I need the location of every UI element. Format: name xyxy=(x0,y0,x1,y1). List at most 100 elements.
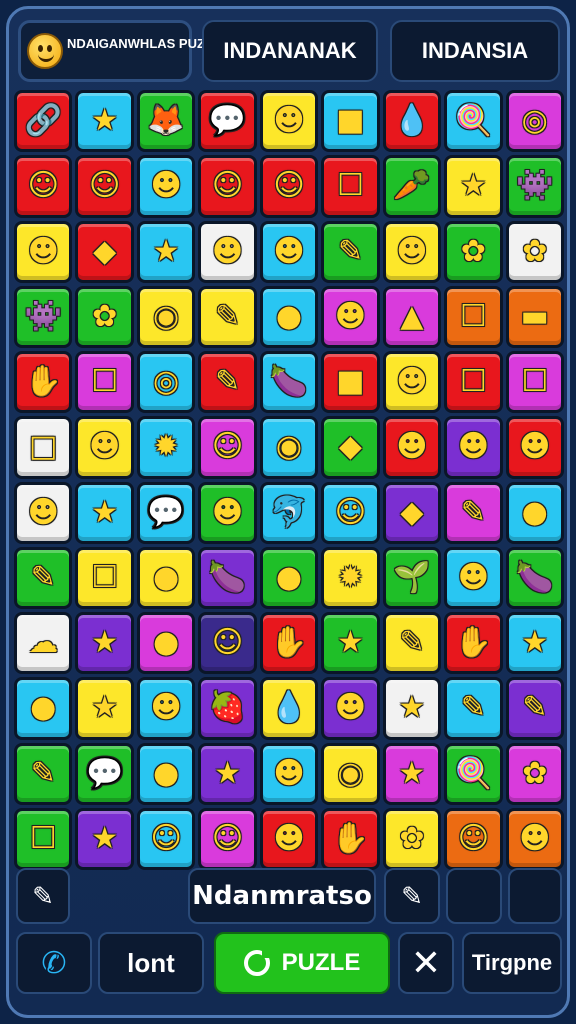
game-tile[interactable]: ☺ xyxy=(259,155,319,218)
game-tile[interactable]: ★ xyxy=(75,612,134,675)
game-tile[interactable]: ☐ xyxy=(444,351,503,414)
game-tile[interactable]: 🍭 xyxy=(444,90,503,153)
game-tile[interactable]: ■ xyxy=(321,90,380,153)
game-tile[interactable]: ● xyxy=(136,612,196,675)
trigger-button[interactable]: Tirgpne xyxy=(462,932,562,994)
game-tile[interactable]: ✋ xyxy=(444,612,503,675)
game-tile[interactable]: 💬 xyxy=(136,481,196,544)
game-tile[interactable]: ☻ xyxy=(259,807,319,870)
game-tile[interactable]: ● xyxy=(136,742,196,805)
game-tile[interactable]: ★ xyxy=(136,220,196,283)
game-tile[interactable]: ☻ xyxy=(136,677,196,740)
game-tile[interactable]: ✎ xyxy=(14,742,73,805)
game-tile[interactable]: ☻ xyxy=(321,677,380,740)
game-tile[interactable]: ☺ xyxy=(198,807,257,870)
game-tile[interactable]: ☻ xyxy=(136,155,196,218)
game-tile[interactable]: 🌱 xyxy=(382,546,442,609)
game-tile[interactable]: ★ xyxy=(505,612,564,675)
game-tile[interactable]: ★ xyxy=(382,742,442,805)
game-tile[interactable]: ▲ xyxy=(382,285,442,348)
game-tile[interactable]: 👾 xyxy=(14,285,73,348)
game-tile[interactable]: 💧 xyxy=(259,677,319,740)
game-tile[interactable]: ✿ xyxy=(505,742,564,805)
game-tile[interactable]: ◆ xyxy=(321,416,380,479)
game-tile[interactable]: ◎ xyxy=(136,351,196,414)
game-tile[interactable]: ▬ xyxy=(505,285,564,348)
game-tile[interactable]: ☻ xyxy=(444,546,503,609)
tab-right[interactable]: INDANSIA xyxy=(390,20,560,82)
game-tile[interactable]: ☐ xyxy=(444,285,503,348)
game-tile[interactable]: ✎ xyxy=(321,220,380,283)
game-tile[interactable]: ● xyxy=(136,546,196,609)
game-tile[interactable]: ★ xyxy=(75,807,134,870)
game-tile[interactable]: ✿ xyxy=(505,220,564,283)
game-tile[interactable]: 🍭 xyxy=(444,742,503,805)
game-tile[interactable]: 💬 xyxy=(198,90,257,153)
game-tile[interactable]: 🔗 xyxy=(14,90,73,153)
game-tile[interactable]: ☻ xyxy=(75,416,134,479)
game-tile[interactable]: ● xyxy=(14,677,73,740)
game-tile[interactable]: ◉ xyxy=(321,742,380,805)
paint-tool-button[interactable]: ✎ xyxy=(384,868,440,924)
game-tile[interactable]: ✋ xyxy=(321,807,380,870)
game-tile[interactable]: ◆ xyxy=(382,481,442,544)
game-logo[interactable]: NDAIGANWHLAS PUZZNEKA xyxy=(18,20,250,82)
game-tile[interactable]: ✿ xyxy=(444,220,503,283)
center-label-button[interactable]: Ndanmratso xyxy=(188,868,376,924)
game-tile[interactable]: ✎ xyxy=(14,546,73,609)
game-tile[interactable]: ☻ xyxy=(14,481,73,544)
game-tile[interactable]: 🍆 xyxy=(505,546,564,609)
empty-slot-1[interactable] xyxy=(446,868,502,924)
game-tile[interactable]: ● xyxy=(259,285,319,348)
game-tile[interactable]: ☁ xyxy=(14,612,73,675)
game-tile[interactable]: ★ xyxy=(75,481,134,544)
game-tile[interactable]: ✎ xyxy=(198,285,257,348)
game-tile[interactable]: ★ xyxy=(75,677,134,740)
game-tile[interactable]: ☐ xyxy=(75,351,134,414)
game-tile[interactable]: ☻ xyxy=(259,742,319,805)
game-tile[interactable]: 🍓 xyxy=(198,677,257,740)
game-tile[interactable]: ☺ xyxy=(198,155,257,218)
close-button[interactable]: ✕ xyxy=(398,932,454,994)
game-tile[interactable]: ★ xyxy=(198,742,257,805)
empty-slot-2[interactable] xyxy=(508,868,562,924)
game-tile[interactable]: ◉ xyxy=(136,285,196,348)
game-tile[interactable]: ☐ xyxy=(14,807,73,870)
call-button[interactable]: ✆ xyxy=(16,932,92,994)
game-tile[interactable]: ☻ xyxy=(259,220,319,283)
game-tile[interactable]: ✹ xyxy=(321,546,380,609)
game-tile[interactable]: ■ xyxy=(321,351,380,414)
game-tile[interactable]: ☻ xyxy=(505,807,564,870)
game-tile[interactable]: ☺ xyxy=(14,155,73,218)
game-tile[interactable]: 💬 xyxy=(75,742,134,805)
game-tile[interactable]: ☻ xyxy=(198,220,257,283)
tab-left[interactable]: INDANANAK xyxy=(202,20,378,82)
game-tile[interactable]: □ xyxy=(14,416,73,479)
game-tile[interactable]: ☻ xyxy=(14,220,73,283)
game-tile[interactable]: ✎ xyxy=(444,677,503,740)
game-tile[interactable]: 🍆 xyxy=(198,546,257,609)
game-tile[interactable]: ☻ xyxy=(505,416,564,479)
game-tile[interactable]: ✎ xyxy=(198,351,257,414)
game-tile[interactable]: ● xyxy=(505,481,564,544)
game-tile[interactable]: ★ xyxy=(321,612,380,675)
game-tile[interactable]: ☺ xyxy=(198,416,257,479)
edit-tool-button[interactable]: ✎ xyxy=(16,868,70,924)
game-tile[interactable]: ☐ xyxy=(75,546,134,609)
game-tile[interactable]: 💧 xyxy=(382,90,442,153)
game-tile[interactable]: ☻ xyxy=(198,481,257,544)
game-tile[interactable]: ☻ xyxy=(382,220,442,283)
game-tile[interactable]: ☐ xyxy=(505,351,564,414)
game-tile[interactable]: ✎ xyxy=(505,677,564,740)
game-tile[interactable]: ☺ xyxy=(75,155,134,218)
game-tile[interactable]: ☻ xyxy=(259,90,319,153)
game-tile[interactable]: 👾 xyxy=(505,155,564,218)
game-tile[interactable]: ☻ xyxy=(321,285,380,348)
game-tile[interactable]: ☐ xyxy=(321,155,380,218)
game-tile[interactable]: ✿ xyxy=(75,285,134,348)
game-tile[interactable]: 🦊 xyxy=(136,90,196,153)
game-tile[interactable]: ◆ xyxy=(75,220,134,283)
font-button[interactable]: lont xyxy=(98,932,204,994)
game-tile[interactable]: ✎ xyxy=(444,481,503,544)
game-tile[interactable]: ☺ xyxy=(444,807,503,870)
